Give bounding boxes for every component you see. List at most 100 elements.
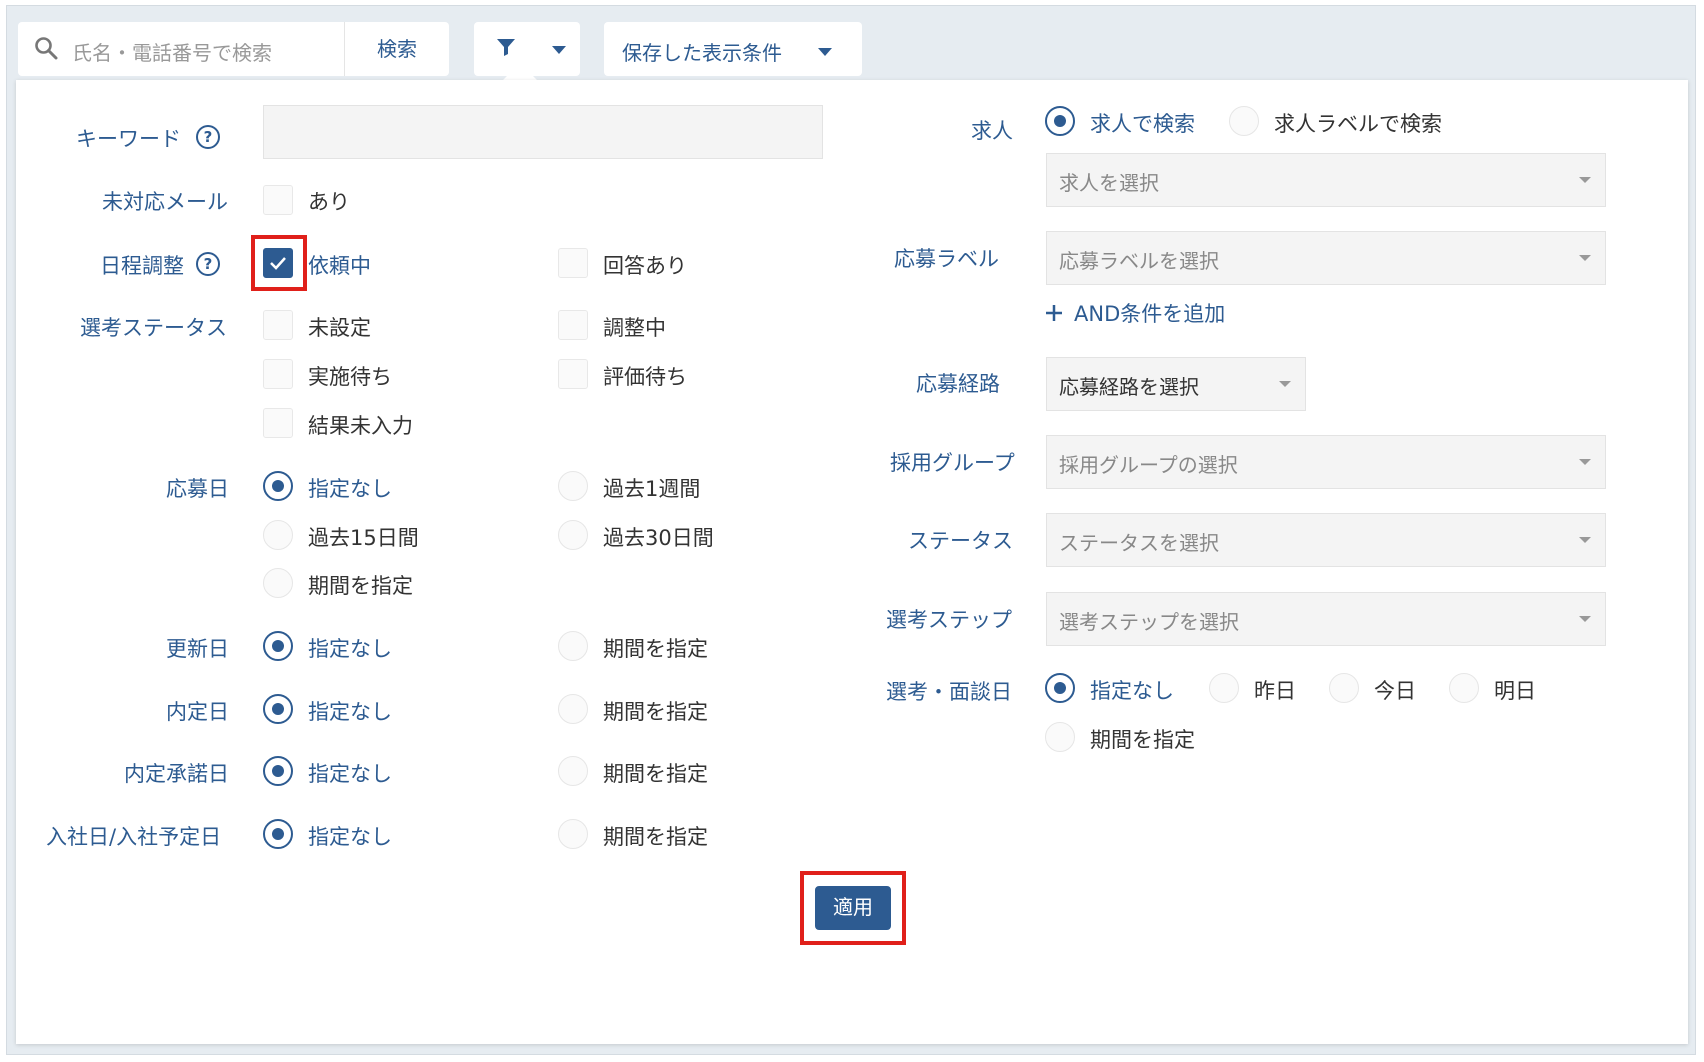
chevron-down-icon	[1579, 537, 1591, 543]
job-select[interactable]: 求人を選択	[1046, 153, 1606, 207]
search-input[interactable]: 氏名・電話番号で検索	[72, 37, 272, 66]
apply-label-select[interactable]: 応募ラベルを選択	[1046, 231, 1606, 285]
help-icon[interactable]: ?	[196, 125, 220, 149]
selection-step-select[interactable]: 選考ステップを選択	[1046, 592, 1606, 646]
status-checkbox[interactable]	[263, 359, 293, 389]
saved-conditions-dropdown[interactable]: 保存した表示条件	[604, 22, 862, 76]
filter-icon	[496, 37, 516, 61]
hiring-group-label: 採用グループ	[890, 451, 1015, 475]
search-button[interactable]: 検索	[345, 22, 449, 76]
search-icon	[34, 36, 58, 64]
status-option: 結果未入力	[308, 414, 413, 438]
job-search-option: 求人で検索	[1090, 112, 1195, 136]
plus-icon	[1046, 305, 1062, 321]
offer-accept-date-radio[interactable]	[558, 756, 588, 786]
interview-date-radio[interactable]	[1045, 722, 1075, 752]
offer-date-radio[interactable]	[558, 694, 588, 724]
job-label: 求人	[971, 119, 1013, 143]
status-option: 評価待ち	[603, 365, 687, 389]
route-select[interactable]: 応募経路を選択	[1046, 357, 1306, 411]
chevron-down-icon	[552, 46, 566, 54]
keyword-input[interactable]	[263, 105, 823, 159]
schedule-option-answered: 回答あり	[603, 254, 687, 278]
updated-date-radio[interactable]	[263, 631, 293, 661]
interview-date-radio[interactable]	[1209, 673, 1239, 703]
status-checkbox[interactable]	[558, 359, 588, 389]
interview-date-option: 明日	[1494, 679, 1536, 703]
offer-accept-date-option: 指定なし	[308, 762, 392, 786]
apply-date-radio[interactable]	[558, 471, 588, 501]
apply-date-radio[interactable]	[263, 520, 293, 550]
join-date-label: 入社日/入社予定日	[46, 825, 222, 849]
status-option: 実施待ち	[308, 365, 392, 389]
apply-button[interactable]: 適用	[815, 886, 891, 930]
offer-date-label: 内定日	[166, 700, 229, 724]
add-and-condition-button[interactable]: AND条件を追加	[1044, 298, 1225, 328]
apply-label-label: 応募ラベル	[894, 247, 999, 271]
status-option: 調整中	[603, 316, 666, 340]
interview-date-radio[interactable]	[1045, 673, 1075, 703]
offer-accept-date-label: 内定承諾日	[124, 762, 229, 786]
interview-date-radio[interactable]	[1449, 673, 1479, 703]
selection-step-label: 選考ステップ	[886, 608, 1012, 632]
chevron-down-icon	[818, 48, 832, 56]
add-and-condition-label: AND条件を追加	[1074, 302, 1226, 326]
updated-date-option: 期間を指定	[603, 637, 708, 661]
offer-date-option: 期間を指定	[603, 700, 708, 724]
chevron-down-icon	[1579, 459, 1591, 465]
status-option: 未設定	[308, 316, 371, 340]
job-label-search-radio[interactable]	[1229, 106, 1259, 136]
offer-accept-date-radio[interactable]	[263, 756, 293, 786]
hiring-group-select[interactable]: 採用グループの選択	[1046, 435, 1606, 489]
apply-date-option: 過去1週間	[603, 477, 701, 501]
status-checkbox[interactable]	[263, 408, 293, 438]
schedule-answered-checkbox[interactable]	[558, 248, 588, 278]
schedule-label: 日程調整	[100, 254, 184, 278]
apply-date-option: 期間を指定	[308, 574, 413, 598]
interview-date-option: 今日	[1374, 679, 1416, 703]
interview-date-option: 期間を指定	[1090, 728, 1195, 752]
join-date-radio[interactable]	[263, 819, 293, 849]
updated-date-option: 指定なし	[308, 637, 392, 661]
unhandled-mail-checkbox[interactable]	[263, 185, 293, 215]
interview-date-option: 昨日	[1254, 679, 1296, 703]
chevron-down-icon	[1579, 616, 1591, 622]
selection-step-select-placeholder: 選考ステップを選択	[1059, 610, 1239, 634]
offer-date-option: 指定なし	[308, 700, 392, 724]
job-select-placeholder: 求人を選択	[1059, 171, 1159, 195]
offer-date-radio[interactable]	[263, 694, 293, 724]
join-date-option: 指定なし	[308, 825, 392, 849]
job-search-radio[interactable]	[1045, 106, 1075, 136]
job-label-search-option: 求人ラベルで検索	[1274, 112, 1442, 136]
updated-date-label: 更新日	[166, 637, 229, 661]
filter-panel: キーワード ? 未対応メール あり 日程調整 ? 依頼中 回答あり 選考ステータ…	[16, 80, 1688, 1044]
status-select[interactable]: ステータスを選択	[1046, 513, 1606, 567]
selection-status-label: 選考ステータス	[80, 316, 227, 340]
updated-date-radio[interactable]	[558, 631, 588, 661]
apply-date-radio[interactable]	[263, 471, 293, 501]
search-bar[interactable]: 氏名・電話番号で検索 検索	[18, 22, 449, 76]
interview-date-radio[interactable]	[1329, 673, 1359, 703]
join-date-option: 期間を指定	[603, 825, 708, 849]
help-icon[interactable]: ?	[196, 252, 220, 276]
status-checkbox[interactable]	[558, 310, 588, 340]
unhandled-mail-option: あり	[308, 190, 350, 214]
chevron-down-icon	[1579, 177, 1591, 183]
chevron-down-icon	[1279, 381, 1291, 387]
hiring-group-select-placeholder: 採用グループの選択	[1059, 453, 1238, 477]
apply-date-label: 応募日	[166, 477, 229, 501]
apply-date-radio[interactable]	[558, 520, 588, 550]
apply-date-option: 指定なし	[308, 477, 392, 501]
schedule-requesting-checkbox[interactable]	[263, 248, 293, 278]
route-label: 応募経路	[916, 372, 1000, 396]
offer-accept-date-option: 期間を指定	[603, 762, 708, 786]
apply-label-select-placeholder: 応募ラベルを選択	[1059, 249, 1219, 273]
filter-button[interactable]	[474, 22, 580, 76]
status-checkbox[interactable]	[263, 310, 293, 340]
chevron-down-icon	[1579, 255, 1591, 261]
status-select-placeholder: ステータスを選択	[1059, 531, 1219, 555]
route-select-placeholder: 応募経路を選択	[1059, 375, 1199, 399]
interview-date-option: 指定なし	[1090, 679, 1174, 703]
join-date-radio[interactable]	[558, 819, 588, 849]
apply-date-radio[interactable]	[263, 568, 293, 598]
